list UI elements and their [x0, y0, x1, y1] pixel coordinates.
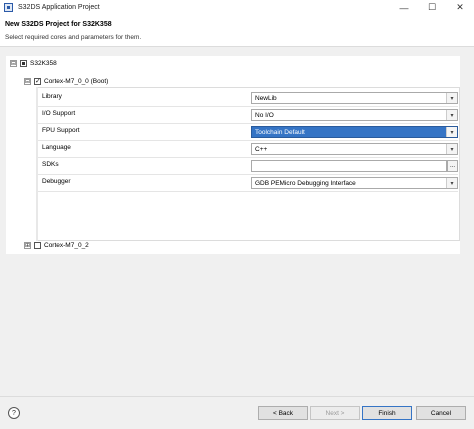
title-bar: S32DS Application Project — ☐ ✕: [0, 0, 474, 15]
root-label: S32K358: [30, 60, 57, 67]
chevron-down-icon[interactable]: ▾: [446, 178, 457, 188]
property-row-debugger: Debugger GDB PEMicro Debugging Interface…: [38, 175, 458, 192]
back-button[interactable]: < Back: [258, 406, 308, 420]
property-row-library: Library NewLib ▾: [38, 90, 458, 107]
window-controls: — ☐ ✕: [390, 0, 474, 15]
wizard-content: ⊟ S32K358 ⊟ Cortex-M7_0_0 (Boot) Library…: [0, 48, 474, 396]
io-support-select[interactable]: No I/O ▾: [251, 109, 458, 121]
property-row-io-support: I/O Support No I/O ▾: [38, 107, 458, 124]
tree-node-core-0[interactable]: ⊟ Cortex-M7_0_0 (Boot): [24, 77, 109, 85]
window-title: S32DS Application Project: [18, 4, 100, 11]
core-tree: ⊟ S32K358 ⊟ Cortex-M7_0_0 (Boot) Library…: [6, 56, 460, 254]
tree-node-core-2[interactable]: ⊞ Cortex-M7_0_2: [24, 242, 89, 249]
library-select[interactable]: NewLib ▾: [251, 92, 458, 104]
debugger-value: GDB PEMicro Debugging Interface: [255, 180, 356, 187]
chevron-down-icon[interactable]: ▾: [446, 144, 457, 154]
debugger-select[interactable]: GDB PEMicro Debugging Interface ▾: [251, 177, 458, 189]
wizard-footer: ? < Back Next > Finish Cancel: [0, 396, 474, 429]
root-checkbox[interactable]: [20, 60, 27, 67]
property-row-fpu-support: FPU Support Toolchain Default ▾: [38, 124, 458, 141]
property-row-sdks: SDKs ...: [38, 158, 458, 175]
fpu-support-select[interactable]: Toolchain Default ▾: [251, 126, 458, 138]
chevron-down-icon[interactable]: ▾: [446, 110, 457, 120]
property-label: Debugger: [42, 178, 71, 185]
chevron-down-icon[interactable]: ▾: [446, 93, 457, 103]
io-support-value: No I/O: [255, 112, 274, 119]
language-select[interactable]: C++ ▾: [251, 143, 458, 155]
close-button[interactable]: ✕: [446, 0, 474, 15]
cancel-button[interactable]: Cancel: [416, 406, 466, 420]
property-label: FPU Support: [42, 127, 80, 134]
tree-node-root[interactable]: ⊟ S32K358: [10, 60, 57, 67]
property-row-language: Language C++ ▾: [38, 141, 458, 158]
core-2-checkbox[interactable]: [34, 242, 41, 249]
finish-button[interactable]: Finish: [362, 406, 412, 420]
wizard-title: New S32DS Project for S32K358: [5, 21, 112, 28]
maximize-button[interactable]: ☐: [418, 0, 446, 15]
core-2-label: Cortex-M7_0_2: [44, 242, 89, 249]
fpu-support-value: Toolchain Default: [255, 129, 305, 136]
chevron-down-icon[interactable]: ▾: [446, 127, 457, 137]
language-value: C++: [255, 146, 268, 153]
sdks-field[interactable]: [251, 160, 447, 172]
core-0-checkbox[interactable]: [34, 77, 41, 85]
minimize-button[interactable]: —: [390, 0, 418, 15]
core-0-label: Cortex-M7_0_0 (Boot): [44, 78, 109, 85]
help-icon[interactable]: ?: [8, 407, 20, 419]
sdks-browse-button[interactable]: ...: [447, 160, 458, 172]
expand-icon[interactable]: ⊞: [24, 242, 31, 249]
app-icon: [4, 3, 13, 12]
property-label: Language: [42, 144, 71, 151]
collapse-icon[interactable]: ⊟: [24, 78, 31, 85]
wizard-description: Select required cores and parameters for…: [5, 34, 142, 41]
property-label: Library: [42, 93, 62, 100]
next-button[interactable]: Next >: [310, 406, 360, 420]
collapse-icon[interactable]: ⊟: [10, 60, 17, 67]
wizard-header: New S32DS Project for S32K358 Select req…: [0, 15, 474, 47]
library-value: NewLib: [255, 95, 277, 102]
property-label: SDKs: [42, 161, 59, 168]
property-label: I/O Support: [42, 110, 76, 117]
